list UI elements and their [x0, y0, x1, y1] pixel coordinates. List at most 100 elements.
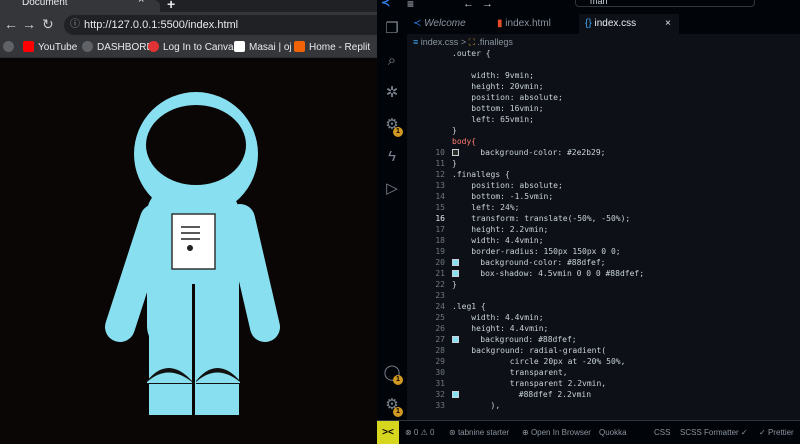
bookmark-youtube[interactable]: YouTube — [23, 38, 77, 58]
bookmark-label: YouTube — [38, 42, 78, 53]
code-line[interactable]: 24 .leg1 { — [407, 301, 800, 312]
code-line[interactable]: 30 transparent, — [407, 367, 800, 378]
command-center-search[interactable]: man — [575, 0, 755, 7]
search-icon[interactable]: ⌕ — [383, 52, 401, 70]
code-line[interactable]: 25 width: 4.4vmin; — [407, 312, 800, 323]
address-bar[interactable]: ⓘ http://127.0.0.1:5500/index.html — [64, 15, 377, 35]
code-line[interactable]: 33 ), — [407, 400, 800, 411]
code-line-text: width: 4.4vmin; — [452, 236, 544, 245]
breadcrumb-symbol[interactable]: .finallegs — [477, 37, 513, 47]
code-line-text: background-color: #2e2b29; — [461, 148, 606, 157]
forward-arrow-icon[interactable]: → — [22, 16, 36, 32]
explorer-icon[interactable]: ❐ — [383, 20, 401, 38]
open-in-browser-status[interactable]: ⊕ Open In Browser — [522, 421, 591, 444]
code-line[interactable]: width: 9vmin; — [407, 70, 800, 81]
play-icon[interactable]: ▷ — [383, 180, 401, 198]
lightning-icon[interactable]: ϟ — [383, 148, 401, 166]
nav-arrows-icon[interactable]: ←→ — [463, 0, 501, 10]
debug-icon[interactable]: ✲ — [383, 84, 401, 102]
breadcrumb-file[interactable]: index.css — [421, 37, 459, 47]
code-line[interactable]: 15 left: 24%; — [407, 202, 800, 213]
code-line[interactable]: 16 transform: translate(-50%, -50%); — [407, 213, 800, 224]
code-editor[interactable]: .outer { width: 9vmin; height: 20vmin; p… — [407, 48, 800, 420]
code-line-text: transform: translate(-50%, -50%); — [452, 214, 631, 223]
quokka-status[interactable]: Quokka — [599, 421, 627, 444]
color-swatch[interactable] — [452, 259, 459, 266]
tab-index-html[interactable]: ▮ index.html — [497, 14, 577, 34]
code-line-text: #88dfef 2.2vmin — [461, 390, 592, 399]
code-line[interactable]: 11} — [407, 158, 800, 169]
remote-button[interactable]: >< — [377, 421, 399, 444]
bookmark-item[interactable] — [3, 38, 18, 58]
color-swatch[interactable] — [452, 149, 459, 156]
code-line[interactable]: 32 #88dfef 2.2vmin — [407, 389, 800, 400]
code-line[interactable]: 17 height: 2.2vmin; — [407, 224, 800, 235]
bookmark-canvas[interactable]: Log In to Canvas — [148, 38, 239, 58]
back-arrow-icon[interactable]: ← — [4, 16, 18, 32]
tab-close-icon[interactable]: × — [665, 14, 671, 34]
code-line[interactable]: 26 height: 4.4vmin; — [407, 323, 800, 334]
code-line[interactable]: 28 background: radial-gradient( — [407, 345, 800, 356]
code-line[interactable]: 18 width: 4.4vmin; — [407, 235, 800, 246]
code-line[interactable]: 23 — [407, 290, 800, 301]
tabnine-status[interactable]: ⊛ tabnine starter — [449, 421, 509, 444]
code-line[interactable]: bottom: 16vmin; — [407, 103, 800, 114]
prettier-status[interactable]: ✓ Prettier — [759, 421, 794, 444]
code-line[interactable]: height: 20vmin; — [407, 81, 800, 92]
code-line[interactable]: 31 transparent 2.2vmin, — [407, 378, 800, 389]
code-text: .outer { — [452, 48, 491, 59]
tab-index-css[interactable]: {} index.css × — [579, 14, 679, 34]
code-line[interactable]: 20 background-color: #88dfef; — [407, 257, 800, 268]
code-line[interactable]: 12 .finallegs { — [407, 169, 800, 180]
code-line-text: background-color: #88dfef; — [461, 258, 606, 267]
code-text: } — [452, 279, 457, 290]
bookmark-masai[interactable]: Masai | oj — [234, 38, 292, 58]
line-number: 21 — [435, 269, 445, 278]
code-line[interactable]: 29 circle 20px at -20% 50%, — [407, 356, 800, 367]
color-swatch[interactable] — [452, 391, 459, 398]
color-swatch[interactable] — [452, 336, 459, 343]
code-line-text: border-radius: 150px 150px 0 0; — [452, 247, 621, 256]
new-tab-icon[interactable]: + — [167, 0, 175, 12]
reload-icon[interactable]: ↻ — [42, 16, 54, 32]
code-line[interactable]: body{ — [407, 136, 800, 147]
language-status[interactable]: CSS — [654, 421, 670, 444]
code-line[interactable]: 27 background: #88dfef; — [407, 334, 800, 345]
formatter-status[interactable]: SCSS Formatter ✓ — [680, 421, 748, 444]
bookmark-label: Home - Replit — [309, 42, 371, 53]
code-line-text: height: 4.4vmin; — [452, 324, 549, 333]
tab-welcome[interactable]: ≺ Welcome — [413, 14, 485, 34]
code-text: position: absolute; — [452, 180, 563, 191]
bookmark-dashbord[interactable]: DASHBORD — [82, 38, 154, 58]
browser-tab[interactable]: Document × — [0, 0, 160, 12]
code-line[interactable]: } — [407, 125, 800, 136]
menu-icon[interactable]: ≡ — [407, 0, 414, 11]
code-line-text: background: #88dfef; — [461, 335, 577, 344]
chest-panel — [171, 213, 216, 270]
code-line[interactable]: 21 box-shadow: 4.5vmin 0 0 0 #88dfef; — [407, 268, 800, 279]
code-line-text: height: 20vmin; — [452, 82, 544, 91]
extensions-badge: 1 — [393, 127, 403, 137]
problems-status[interactable]: ⊗ 0 ⚠ 0 — [405, 421, 434, 444]
code-line[interactable]: 10 background-color: #2e2b29; — [407, 147, 800, 158]
code-text: transparent, — [452, 367, 568, 378]
code-line[interactable]: 19 border-radius: 150px 150px 0 0; — [407, 246, 800, 257]
formatter-label: SCSS Formatter — [680, 428, 739, 437]
code-line[interactable] — [407, 59, 800, 70]
line-number: 24 — [435, 302, 445, 311]
code-line[interactable]: left: 65vmin; — [407, 114, 800, 125]
code-text: box-shadow: 4.5vmin 0 0 0 #88dfef; — [452, 268, 644, 279]
browser-tab-title: Document — [22, 0, 68, 8]
tab-close-icon[interactable]: × — [138, 0, 144, 6]
info-icon[interactable]: ⓘ — [70, 15, 80, 35]
code-line[interactable]: 13 position: absolute; — [407, 180, 800, 191]
code-line[interactable]: 14 bottom: -1.5vmin; — [407, 191, 800, 202]
code-line[interactable]: position: absolute; — [407, 92, 800, 103]
line-number: 13 — [435, 181, 445, 190]
code-line[interactable]: .outer { — [407, 48, 800, 59]
color-swatch[interactable] — [452, 270, 459, 277]
code-line[interactable]: 22} — [407, 279, 800, 290]
bookmark-replit[interactable]: Home - Replit — [294, 38, 370, 58]
code-text: circle 20px at -20% 50%, — [452, 356, 626, 367]
code-line-text: width: 4.4vmin; — [452, 313, 544, 322]
